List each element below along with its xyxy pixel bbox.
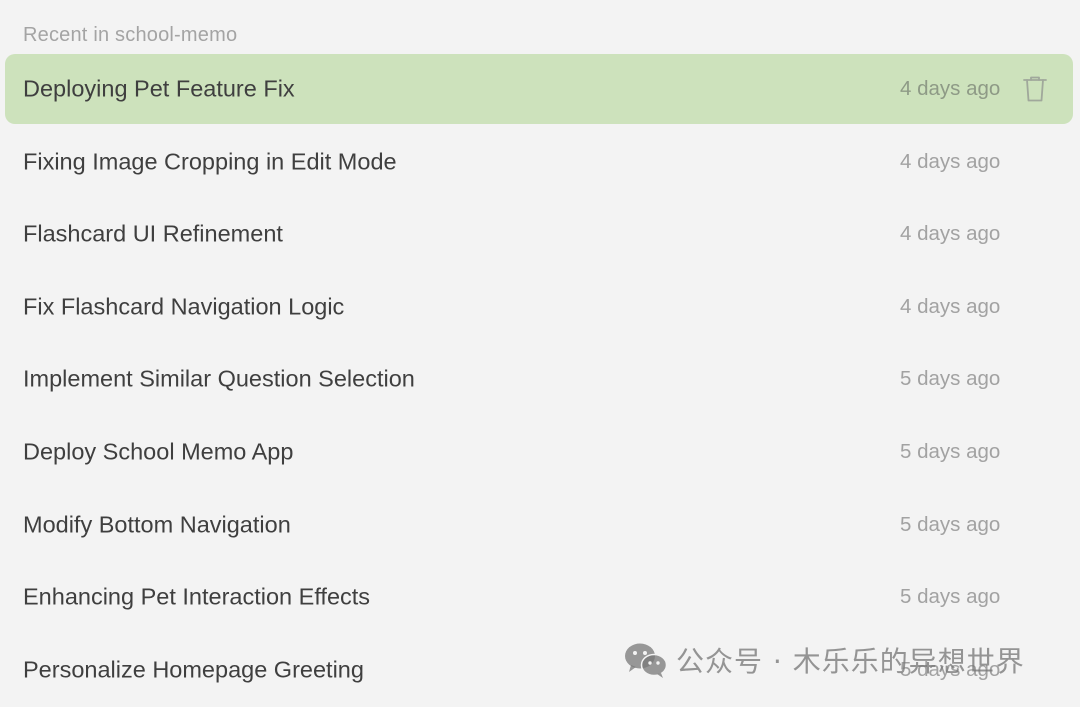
item-title: Personalize Homepage Greeting: [23, 656, 364, 683]
recent-list: Deploying Pet Feature Fix 4 days ago Fix…: [5, 54, 1073, 707]
item-time: 5 days ago: [900, 512, 1001, 536]
item-time: 4 days ago: [900, 149, 1001, 173]
list-item[interactable]: Modify Bottom Navigation 5 days ago: [5, 490, 1073, 560]
section-header: Recent in school-memo: [23, 24, 238, 46]
item-title: Implement Similar Question Selection: [23, 365, 415, 392]
item-title: Deploying Pet Feature Fix: [23, 75, 295, 102]
item-title: Enhancing Pet Interaction Effects: [23, 583, 371, 610]
list-item[interactable]: Deploy School Memo App 5 days ago: [5, 417, 1073, 487]
item-time: 5 days ago: [900, 439, 1001, 463]
item-title: Fixing Image Cropping in Edit Mode: [23, 148, 397, 175]
item-title: Modify Bottom Navigation: [23, 511, 291, 538]
watermark: 公众号 · 木乐乐的异想世界: [624, 640, 1025, 680]
trash-icon[interactable]: [1022, 75, 1048, 103]
item-title: Flashcard UI Refinement: [23, 220, 283, 247]
list-item[interactable]: Deploying Pet Feature Fix 4 days ago: [5, 54, 1073, 124]
item-title: Deploy School Memo App: [23, 438, 294, 465]
list-item[interactable]: Enhancing Pet Interaction Effects 5 days…: [5, 562, 1073, 632]
item-time: 5 days ago: [900, 367, 1001, 391]
list-item[interactable]: Fixing Image Cropping in Edit Mode 4 day…: [5, 127, 1073, 197]
watermark-text: 公众号 · 木乐乐的异想世界: [676, 645, 1025, 678]
item-time: 5 days ago: [900, 585, 1001, 609]
wechat-icon: [625, 643, 668, 678]
list-item[interactable]: Implement Similar Question Selection 5 d…: [5, 344, 1073, 414]
list-item[interactable]: Fix Flashcard Navigation Logic 4 days ag…: [5, 272, 1073, 342]
item-time: 4 days ago: [900, 222, 1001, 246]
item-time: 4 days ago: [900, 77, 1001, 100]
item-title: Fix Flashcard Navigation Logic: [23, 293, 345, 320]
item-time: 4 days ago: [900, 294, 1001, 318]
list-item[interactable]: Flashcard UI Refinement 4 days ago: [5, 199, 1073, 269]
